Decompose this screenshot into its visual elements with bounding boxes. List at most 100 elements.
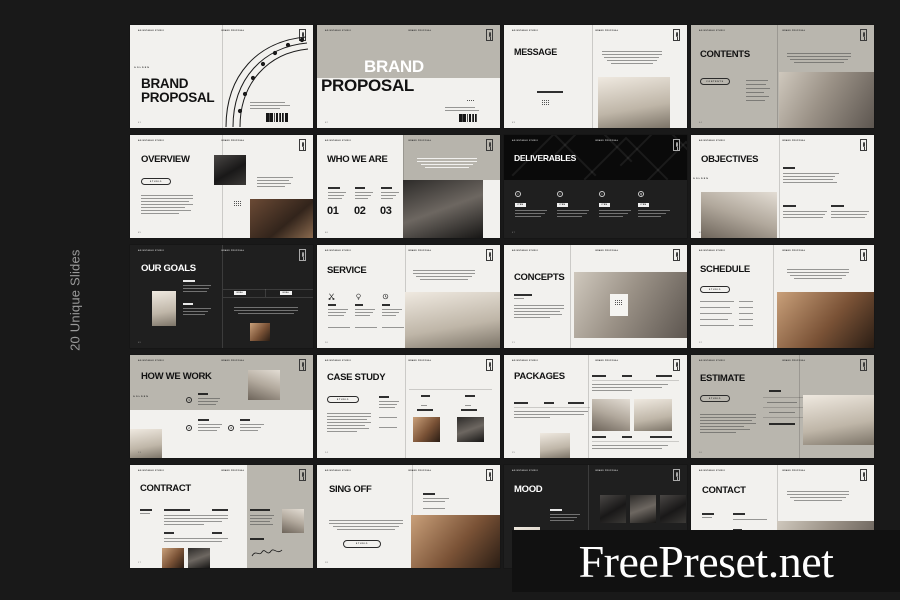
photo-interior (152, 291, 176, 326)
lamp-logo-icon (673, 139, 680, 151)
photo-laptop-desk (777, 292, 874, 348)
dot-matrix-icon (234, 201, 242, 207)
slide-header-right: BRAND PROPOSAL (221, 140, 245, 142)
slide-title: WHO WE ARE (327, 154, 388, 165)
slide-title: DELIVERABLES (514, 153, 577, 163)
slide-page-number: 05 (138, 232, 142, 234)
slide-title: SING OFF (329, 484, 372, 495)
slide-header-right: BRAND PROPOSAL (595, 140, 619, 142)
slide-header-left: ADJUSTABLE STUDIO (325, 250, 352, 252)
slide-badge: STUDIO (327, 396, 359, 403)
slide-header-left: ADJUSTABLE STUDIO (512, 140, 539, 142)
photo-coat (701, 192, 777, 238)
photo-plant (540, 433, 570, 458)
slide-thumbnail-14[interactable]: ADJUSTABLE STUDIO BRAND PROPOSAL CASE ST… (317, 355, 500, 458)
slide-title: MOOD (514, 484, 543, 495)
photo-chair (250, 323, 270, 341)
slide-page-number: 07 (512, 232, 516, 234)
slide-header-left: ADJUSTABLE STUDIO (512, 30, 539, 32)
side-label: 20 Unique Slides (46, 0, 106, 600)
lamp-logo-icon (486, 29, 493, 41)
slide-thumbnail-5[interactable]: ADJUSTABLE STUDIO BRAND PROPOSAL OVERVIE… (130, 135, 313, 238)
lamp-logo-icon (299, 139, 306, 151)
slide-header-left: ADJUSTABLE STUDIO (699, 140, 726, 142)
slide-page-number: 13 (138, 452, 142, 454)
slide-thumbnail-9[interactable]: ADJUSTABLE STUDIO BRAND PROPOSAL OUR GOA… (130, 245, 313, 348)
deliverable-tag-2: ITEM (557, 203, 568, 207)
deliverable-icon-4: Q (638, 191, 644, 197)
photo-woman-stairs (779, 72, 874, 128)
slide-title: ESTIMATE (700, 373, 745, 384)
slide-thumbnail-4[interactable]: ADJUSTABLE STUDIO BRAND PROPOSAL CONTENT… (691, 25, 874, 128)
photo-after (457, 417, 484, 442)
slide-title-top: BRAND (364, 57, 424, 76)
slide-header-right: BRAND PROPOSAL (408, 140, 432, 142)
lamp-logo-icon (486, 359, 493, 371)
slide-header-left: ADJUSTABLE STUDIO (138, 30, 165, 32)
lamp-logo-icon (673, 469, 680, 481)
slide-header-right: BRAND PROPOSAL (221, 250, 245, 252)
slide-page-number: 06 (325, 232, 329, 234)
slide-grid: ADJUSTABLE STUDIO BRAND PROPOSAL GOLDEN … (130, 25, 874, 578)
slide-page-number: 03 (512, 122, 516, 124)
slide-thumbnail-13[interactable]: ADJUSTABLE STUDIO BRAND PROPOSAL HOW WE … (130, 355, 313, 458)
step-number-3: 03 (380, 205, 392, 217)
lamp-logo-icon (486, 469, 493, 481)
lamp-logo-icon (860, 249, 867, 261)
lamp-logo-icon (299, 469, 306, 481)
lamp-logo-icon (860, 359, 867, 371)
deliverable-icon-3: i (599, 191, 605, 197)
slide-thumbnail-1[interactable]: ADJUSTABLE STUDIO BRAND PROPOSAL GOLDEN … (130, 25, 313, 128)
photo-contract-2 (188, 548, 210, 568)
photo-package-2 (634, 399, 672, 431)
slide-page-number: 12 (699, 342, 703, 344)
lamp-logo-icon (860, 29, 867, 41)
slide-thumbnail-10[interactable]: ADJUSTABLE STUDIO BRAND PROPOSAL SERVICE (317, 245, 500, 348)
slide-thumbnail-15[interactable]: ADJUSTABLE STUDIO BRAND PROPOSAL PACKAGE… (504, 355, 687, 458)
barcode-icon (459, 114, 481, 122)
slide-thumbnail-16[interactable]: ADJUSTABLE STUDIO BRAND PROPOSAL ESTIMAT… (691, 355, 874, 458)
slide-header-left: ADJUSTABLE STUDIO (325, 140, 352, 142)
lamp-logo-icon (673, 359, 680, 371)
dot-matrix-icon (542, 100, 550, 106)
slide-title: BRAND PROPOSAL (141, 76, 215, 105)
slide-thumbnail-7[interactable]: ADJUSTABLE STUDIO BRAND PROPOSAL DELIVER… (504, 135, 687, 238)
slide-header-right: BRAND PROPOSAL (782, 360, 806, 362)
barcode-icon (266, 113, 292, 122)
ferris-wheel-graphic (225, 36, 309, 128)
slide-thumbnail-17[interactable]: ADJUSTABLE STUDIO BRAND PROPOSAL CONTRAC… (130, 465, 313, 568)
lamp-logo-icon (860, 469, 867, 481)
slide-page-number: 17 (138, 562, 142, 564)
slide-badge: STUDIO (700, 395, 730, 402)
slide-page-number: 02 (325, 122, 329, 124)
slide-thumbnail-3[interactable]: ADJUSTABLE STUDIO BRAND PROPOSAL MESSAGE… (504, 25, 687, 128)
photo-portrait (248, 370, 280, 400)
step-number-2: 02 (354, 205, 366, 217)
photo-woman (130, 429, 162, 458)
photo-woman-phone (598, 77, 670, 128)
slide-thumbnail-6[interactable]: ADJUSTABLE STUDIO BRAND PROPOSAL WHO WE … (317, 135, 500, 238)
slide-thumbnail-11[interactable]: ADJUSTABLE STUDIO BRAND PROPOSAL CONCEPT… (504, 245, 687, 348)
slide-thumbnail-12[interactable]: ADJUSTABLE STUDIO BRAND PROPOSAL SCHEDUL… (691, 245, 874, 348)
slide-header-right: BRAND PROPOSAL (595, 470, 619, 472)
slide-title: CONCEPTS (514, 272, 565, 283)
side-label-text: 20 Unique Slides (67, 249, 83, 351)
photo-bw-interior (214, 155, 246, 185)
slide-title: SCHEDULE (700, 264, 750, 275)
slide-header-left: ADJUSTABLE STUDIO (699, 360, 726, 362)
slide-header-right: BRAND PROPOSAL (595, 30, 619, 32)
slide-header-right: BRAND PROPOSAL (408, 30, 432, 32)
goal-tag-1: GOAL (234, 290, 246, 295)
slide-thumbnail-18[interactable]: ADJUSTABLE STUDIO BRAND PROPOSAL SING OF… (317, 465, 500, 568)
slide-title-bottom: PROPOSAL (321, 76, 415, 95)
slide-badge: STUDIO (343, 540, 381, 548)
step-badge-1: 1 (186, 397, 192, 403)
deliverable-icon-2: i (557, 191, 563, 197)
photo-mood-1 (600, 495, 626, 523)
signature-icon (251, 549, 283, 557)
slide-header-left: ADJUSTABLE STUDIO (512, 360, 539, 362)
slide-page-number: 10 (325, 342, 329, 344)
slide-thumbnail-2[interactable]: ADJUSTABLE STUDIO BRAND PROPOSAL BRAND P… (317, 25, 500, 128)
slide-title: MESSAGE (514, 47, 557, 57)
slide-thumbnail-8[interactable]: ADJUSTABLE STUDIO BRAND PROPOSAL OBJECTI… (691, 135, 874, 238)
